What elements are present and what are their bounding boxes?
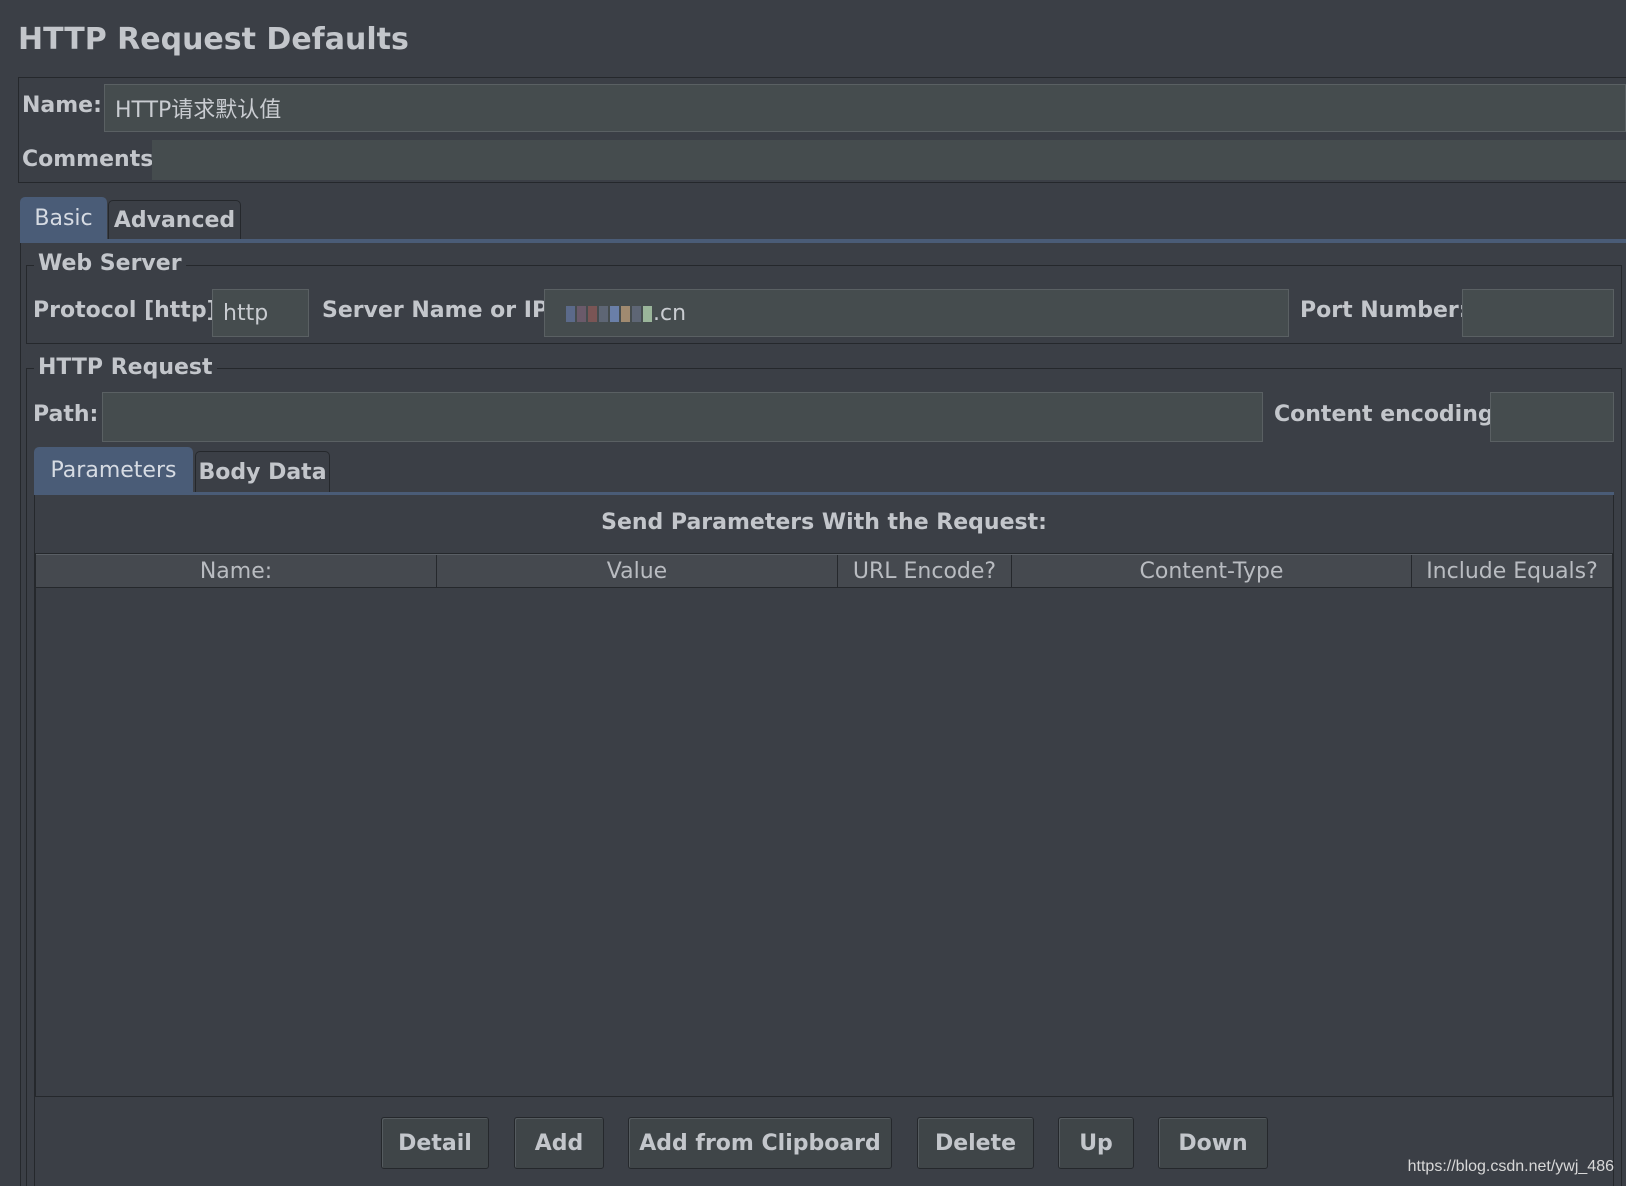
name-field[interactable]: HTTP请求默认值	[104, 84, 1626, 132]
page-title: HTTP Request Defaults	[18, 22, 409, 57]
port-field[interactable]	[1462, 289, 1614, 337]
table-body[interactable]	[36, 588, 1612, 1096]
path-label: Path:	[33, 402, 99, 427]
delete-button[interactable]: Delete	[917, 1117, 1034, 1169]
parameters-table: Name: Value URL Encode? Content-Type Inc…	[35, 553, 1613, 1097]
comments-label: Comments:	[22, 147, 163, 172]
tab-advanced[interactable]: Advanced	[108, 200, 241, 239]
detail-button[interactable]: Detail	[381, 1117, 489, 1169]
up-button[interactable]: Up	[1058, 1117, 1134, 1169]
port-label: Port Number:	[1300, 298, 1468, 323]
http-request-legend: HTTP Request	[34, 355, 217, 380]
server-name-field[interactable]: .cn	[544, 289, 1289, 337]
server-name-suffix: .cn	[653, 300, 687, 326]
column-header-value[interactable]: Value	[437, 555, 838, 587]
web-server-legend: Web Server	[34, 251, 186, 276]
protocol-field[interactable]: http	[212, 289, 309, 337]
column-header-url-encode[interactable]: URL Encode?	[838, 555, 1012, 587]
protocol-label: Protocol [http]:	[33, 298, 226, 323]
table-header: Name: Value URL Encode? Content-Type Inc…	[36, 554, 1612, 588]
watermark: https://blog.csdn.net/ywj_486	[1407, 1158, 1614, 1175]
column-header-name[interactable]: Name:	[36, 555, 437, 587]
tab-parameters[interactable]: Parameters	[34, 447, 193, 492]
tab-body-data[interactable]: Body Data	[195, 451, 330, 492]
parameters-heading: Send Parameters With the Request:	[601, 510, 1047, 535]
server-label: Server Name or IP:	[322, 298, 557, 323]
redacted-text	[565, 301, 653, 326]
add-button[interactable]: Add	[514, 1117, 604, 1169]
column-header-content-type[interactable]: Content-Type	[1012, 555, 1412, 587]
comments-field[interactable]	[152, 140, 1626, 180]
path-field[interactable]	[102, 392, 1263, 442]
name-label: Name:	[22, 93, 102, 118]
encoding-label: Content encoding:	[1274, 402, 1503, 427]
column-header-include-equals[interactable]: Include Equals?	[1412, 555, 1612, 587]
down-button[interactable]: Down	[1158, 1117, 1268, 1169]
tab-basic[interactable]: Basic	[20, 197, 107, 239]
add-from-clipboard-button[interactable]: Add from Clipboard	[628, 1117, 892, 1169]
content-encoding-field[interactable]	[1490, 392, 1614, 442]
